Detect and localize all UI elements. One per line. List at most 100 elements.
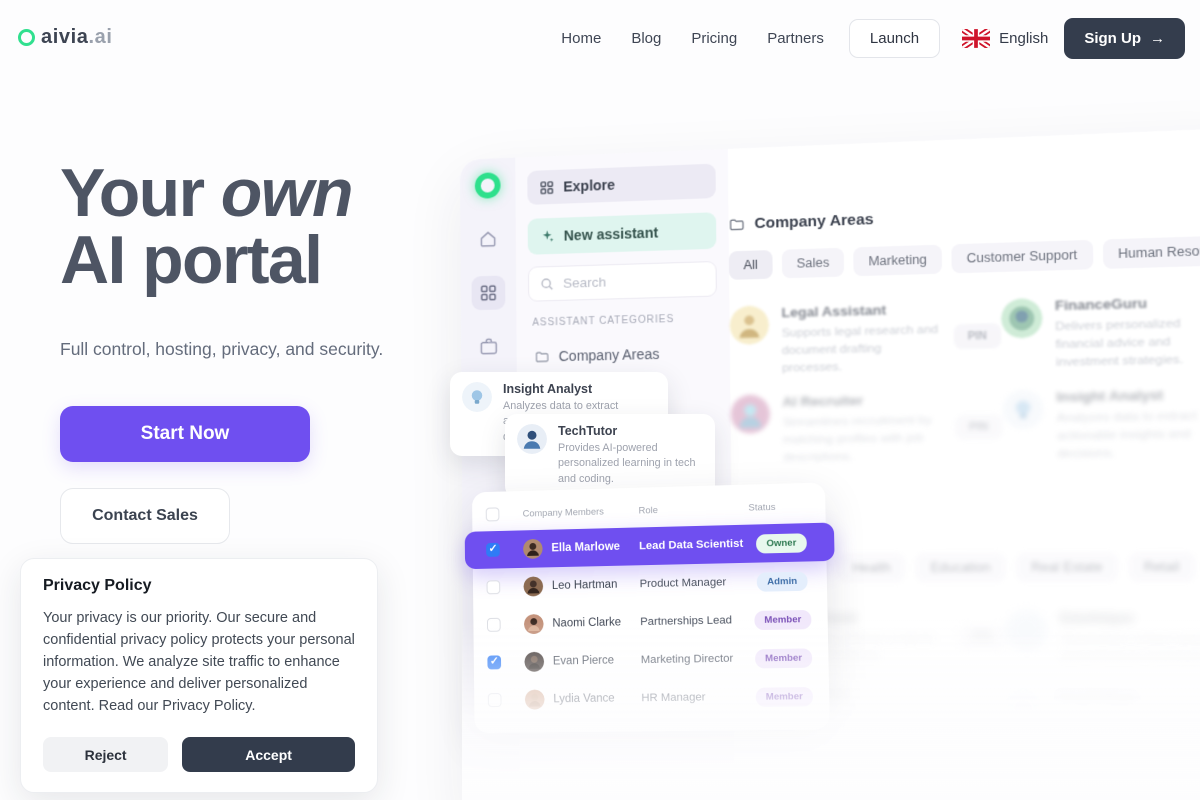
search-input[interactable]: Search xyxy=(527,260,717,302)
sign-up-label: Sign Up xyxy=(1084,30,1141,47)
privacy-policy-actions: Reject Accept xyxy=(43,737,355,773)
tab-sales[interactable]: Sales xyxy=(781,247,845,279)
new-assistant-button[interactable]: New assistant xyxy=(527,212,717,255)
tab-marketing[interactable]: Marketing xyxy=(853,244,943,277)
avatar xyxy=(523,613,544,635)
column-header-status: Status xyxy=(748,501,776,514)
tab-education[interactable]: Education xyxy=(915,552,1007,582)
assistant-desc: Streamlines recruitment by matching prof… xyxy=(782,412,932,464)
assistant-tooltip-techtutor[interactable]: TechTutor Provides AI-powered personaliz… xyxy=(505,414,715,498)
hero-subtitle: Full control, hosting, privacy, and secu… xyxy=(60,338,384,359)
member-role: Lead Data Scientist xyxy=(639,537,744,553)
reject-button[interactable]: Reject xyxy=(43,737,169,773)
row-checkbox[interactable] xyxy=(486,617,501,632)
assistant-card-eduhelper[interactable]: EduHelper Streamlines school admin and e… xyxy=(1004,609,1200,666)
member-name: Ella Marlowe xyxy=(551,540,621,555)
assistant-cards-row-1: Legal Assistant Supports legal research … xyxy=(729,292,1200,377)
search-placeholder: Search xyxy=(563,274,607,291)
briefcase-icon xyxy=(480,338,497,355)
avatar xyxy=(1002,687,1045,729)
privacy-policy-body: Your privacy is our priority. Our secure… xyxy=(43,610,355,715)
avatar xyxy=(517,424,547,454)
new-assistant-label: New assistant xyxy=(563,224,659,244)
avatar xyxy=(730,394,771,435)
select-all-checkbox[interactable] xyxy=(485,507,500,522)
hero-section: Your own AI portal Full control, hosting,… xyxy=(60,155,480,544)
tab-human-resources[interactable]: Human Resources xyxy=(1102,234,1200,269)
assistant-categories-label: ASSISTANT CATEGORIES xyxy=(532,313,675,329)
avatar xyxy=(1001,389,1044,431)
tab-retail[interactable]: Retail xyxy=(1127,551,1196,582)
language-selector[interactable]: English xyxy=(962,29,1048,48)
company-members-table: Company Members Role Status Ella Marlowe… xyxy=(464,482,835,734)
pin-button[interactable]: PIN xyxy=(953,322,1001,349)
status-badge: Member xyxy=(754,609,812,630)
pin-button[interactable]: PIN xyxy=(957,623,1006,650)
avatar xyxy=(522,538,543,559)
table-row[interactable]: Lydia Vance HR Manager Member xyxy=(474,677,830,720)
member-name: Evan Pierce xyxy=(552,654,615,668)
category-label: Company Areas xyxy=(558,345,660,365)
row-checkbox[interactable] xyxy=(487,655,502,670)
row-checkbox[interactable] xyxy=(486,542,500,557)
assistant-card-healthmate[interactable]: HealthMate xyxy=(1002,687,1200,731)
uk-flag-icon xyxy=(962,29,991,48)
nav-right-group: Home Blog Pricing Partners Launch Englis… xyxy=(546,18,1185,59)
column-header-role: Role xyxy=(638,504,659,517)
status-badge: Admin xyxy=(756,571,808,592)
tab-customer-support[interactable]: Customer Support xyxy=(951,239,1093,274)
privacy-policy-dialog: Privacy Policy Your privacy is our prior… xyxy=(20,558,378,794)
member-role: HR Manager xyxy=(641,691,706,705)
assistant-desc: Streamlines school admin and enhances le… xyxy=(1060,630,1200,664)
arrow-right-icon: → xyxy=(1150,30,1165,47)
search-icon xyxy=(540,276,554,290)
assistant-card-ai-recruiter[interactable]: AI Recruiter Streamlines recruitment by … xyxy=(730,390,1003,466)
pin-button[interactable]: PIN xyxy=(954,413,1003,440)
status-badge: Owner xyxy=(756,532,807,554)
assistant-name: HealthMate xyxy=(1057,688,1138,705)
nav-link-blog[interactable]: Blog xyxy=(616,20,676,57)
member-name-cell: Lydia Vance xyxy=(524,688,642,710)
nav-link-partners[interactable]: Partners xyxy=(752,20,839,57)
sign-up-button[interactable]: Sign Up → xyxy=(1064,18,1185,59)
assistant-card-insight-analyst[interactable]: Insight Analyst Analyzes data to extract… xyxy=(1001,385,1200,463)
brand-logo[interactable]: aivia.ai xyxy=(18,26,113,49)
start-now-button[interactable]: Start Now xyxy=(60,405,310,462)
assistant-card-financeguru[interactable]: FinanceGuru Delivers personalized financ… xyxy=(1000,291,1200,371)
member-name-cell: Evan Pierce xyxy=(524,650,641,672)
assistant-desc: Delivers personalized financial advice a… xyxy=(1055,315,1184,369)
tab-real-estate[interactable]: Real Estate xyxy=(1015,551,1119,582)
logo-ring-icon xyxy=(18,29,35,46)
assistant-name: Insight Analyst xyxy=(1056,387,1164,406)
explore-label: Explore xyxy=(563,176,616,195)
row-checkbox[interactable] xyxy=(487,693,502,708)
assistant-name: AI Recruiter xyxy=(782,392,864,410)
member-name-cell: Naomi Clarke xyxy=(523,612,640,635)
member-name: Naomi Clarke xyxy=(552,616,622,630)
nav-link-pricing[interactable]: Pricing xyxy=(676,20,752,57)
nav-link-home[interactable]: Home xyxy=(546,20,616,57)
tooltip-title: TechTutor xyxy=(558,424,618,438)
avatar xyxy=(729,305,770,346)
company-areas-title: Company Areas xyxy=(728,197,1200,233)
avatar xyxy=(1004,609,1048,650)
page-title: Your own AI portal xyxy=(60,155,354,299)
row-checkbox[interactable] xyxy=(486,580,501,595)
column-header-members: Company Members xyxy=(522,506,604,520)
table-row[interactable]: Naomi Clarke Partnerships Lead Member xyxy=(473,599,828,643)
assistant-card-legal-assistant[interactable]: Legal Assistant Supports legal research … xyxy=(729,299,1001,377)
member-role: Partnerships Lead xyxy=(640,614,733,629)
grid-icon xyxy=(481,285,496,301)
avatar xyxy=(523,576,544,597)
launch-button[interactable]: Launch xyxy=(848,19,941,58)
assistant-name: Legal Assistant xyxy=(781,302,887,321)
category-company-areas[interactable]: Company Areas xyxy=(529,335,718,374)
accept-button[interactable]: Accept xyxy=(182,737,355,773)
tab-all[interactable]: All xyxy=(728,250,773,280)
brand-name: aivia.ai xyxy=(41,26,113,48)
tab-health[interactable]: Health xyxy=(837,552,906,582)
contact-sales-button[interactable]: Contact Sales xyxy=(60,487,230,544)
table-row[interactable]: Evan Pierce Marketing Director Member xyxy=(474,638,829,682)
avatar xyxy=(524,689,545,710)
explore-button[interactable]: Explore xyxy=(527,163,716,205)
